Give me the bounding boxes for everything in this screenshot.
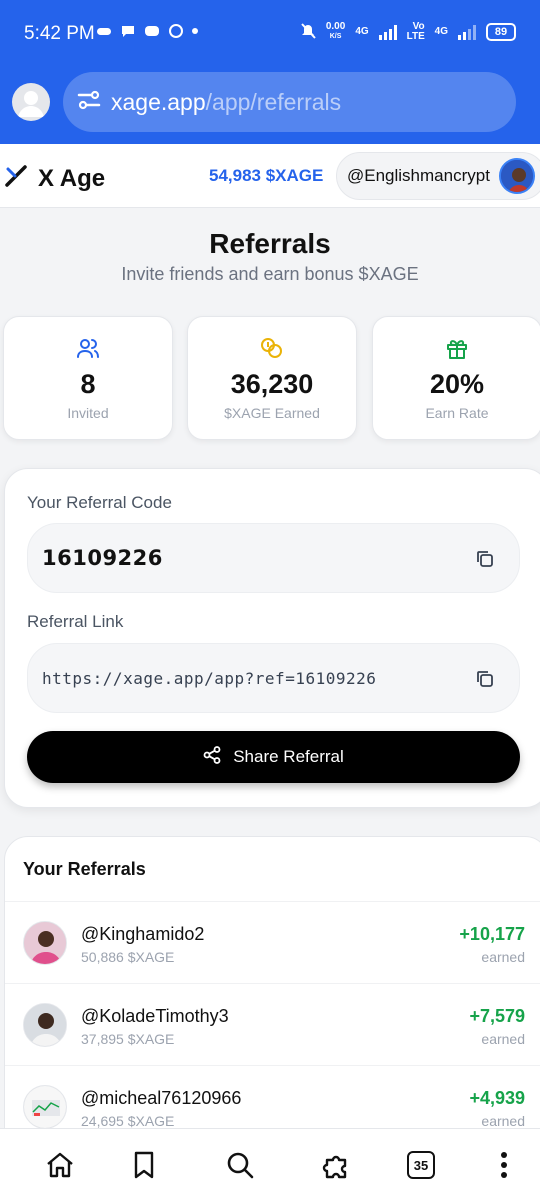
referral-earned-label: earned — [481, 1031, 525, 1047]
referral-code-value: 16109226 — [42, 546, 163, 570]
site-settings-icon[interactable] — [77, 89, 101, 116]
app-logo[interactable]: X Age — [4, 164, 105, 193]
sim1-label: 4G — [355, 26, 369, 37]
mute-icon — [300, 22, 316, 42]
notification-icons — [96, 24, 198, 38]
referral-avatar — [23, 1085, 67, 1129]
game-controller-icon — [96, 24, 112, 38]
home-icon[interactable] — [44, 1149, 76, 1181]
url-host: xage.app — [111, 88, 206, 115]
volte-label: Vo LTE — [406, 21, 425, 42]
status-bar: 5:42 PM 0.00 K/S 4G Vo LTE 4G 89 — [0, 0, 540, 66]
url-path: /app/referrals — [205, 88, 342, 115]
share-referral-button[interactable]: Share Referral — [27, 731, 520, 783]
browser-bottom-nav: 35 — [0, 1128, 540, 1200]
net-speed-unit: K/S — [329, 33, 342, 40]
search-icon[interactable] — [224, 1149, 256, 1181]
referral-balance: 37,895 $XAGE — [81, 1031, 175, 1047]
status-right: 0.00 K/S 4G Vo LTE 4G 89 — [300, 22, 516, 42]
coins-icon — [188, 337, 356, 359]
chat-icon — [120, 24, 136, 38]
users-icon — [4, 337, 172, 359]
tab-count: 35 — [407, 1151, 435, 1179]
logo-text: X Age — [38, 164, 106, 192]
page-title: Referrals — [209, 228, 331, 259]
whatsapp-icon — [168, 24, 184, 38]
stat-label: Invited — [67, 405, 109, 421]
referral-avatar — [23, 921, 67, 965]
referral-code-field[interactable]: 16109226 — [27, 523, 520, 593]
user-chip[interactable]: @Englishmancrypt — [336, 152, 540, 200]
referral-name: @Kinghamido2 — [81, 924, 205, 944]
referral-link-field[interactable]: https://xage.app/app?ref=16109226 — [27, 643, 520, 713]
referral-card: Your Referral Code 16109226 Referral Lin… — [4, 468, 540, 808]
stat-label: Earn Rate — [425, 405, 489, 421]
stat-value: 20% — [429, 369, 485, 399]
share-referral-label: Share Referral — [233, 747, 344, 766]
referral-avatar — [23, 1003, 67, 1047]
stat-card-invited: 8 Invited — [3, 316, 173, 440]
battery-icon: 89 — [486, 23, 516, 41]
page-subtitle: Invite friends and earn bonus $XAGE — [121, 264, 419, 284]
bookmark-icon[interactable] — [128, 1149, 160, 1181]
referral-amount: +10,177 — [459, 924, 525, 944]
stat-value: 8 — [80, 369, 96, 399]
discord-icon — [144, 24, 160, 38]
referral-row[interactable]: @KoladeTimothy3 37,895 $XAGE +7,579 earn… — [5, 983, 540, 1065]
url-text[interactable]: xage.app/app/referrals — [111, 89, 341, 116]
referral-code-label: Your Referral Code — [27, 493, 172, 512]
header-balance: 54,983 $XAGE — [209, 166, 324, 185]
extensions-icon[interactable] — [321, 1149, 353, 1181]
referrals-list-card: Your Referrals @Kinghamido2 50,886 $XAGE… — [4, 836, 540, 1136]
copy-code-icon[interactable] — [475, 549, 495, 569]
referral-link-label: Referral Link — [27, 612, 124, 631]
referral-name: @micheal76120966 — [81, 1088, 242, 1108]
stat-card-earned: 36,230 $XAGE Earned — [187, 316, 357, 440]
address-bar[interactable]: xage.app/app/referrals — [63, 72, 516, 132]
referral-name: @KoladeTimothy3 — [81, 1006, 229, 1026]
referral-row[interactable]: @micheal76120966 24,695 $XAGE +4,939 ear… — [5, 1065, 540, 1135]
signal-icon — [378, 24, 397, 40]
referral-row[interactable]: @Kinghamido2 50,886 $XAGE +10,177 earned — [5, 901, 540, 983]
gift-icon — [373, 337, 540, 359]
referral-balance: 50,886 $XAGE — [81, 949, 175, 965]
username: @Englishmancrypt — [347, 166, 490, 185]
status-time: 5:42 PM — [24, 23, 95, 44]
x-logo-icon — [4, 164, 28, 193]
referral-amount: +4,939 — [469, 1088, 525, 1108]
signal-icon-2 — [458, 24, 476, 40]
stat-card-rate: 20% Earn Rate — [372, 316, 540, 440]
sim2-label: 4G — [434, 26, 448, 37]
referral-link-value: https://xage.app/app?ref=16109226 — [42, 669, 377, 688]
copy-link-icon[interactable] — [475, 669, 495, 689]
browser-chrome: 5:42 PM 0.00 K/S 4G Vo LTE 4G 89 xage.ap… — [0, 0, 540, 144]
app-header: X Age 54,983 $XAGE @Englishmancrypt — [0, 144, 540, 208]
profile-avatar-button[interactable] — [12, 83, 50, 121]
stat-label: $XAGE Earned — [224, 405, 320, 421]
user-avatar — [499, 158, 535, 194]
referral-earned-label: earned — [481, 1113, 525, 1129]
stat-value: 36,230 — [230, 369, 314, 399]
share-icon — [203, 745, 221, 769]
referral-earned-label: earned — [481, 949, 525, 965]
more-menu-icon[interactable] — [488, 1149, 520, 1181]
referral-amount: +7,579 — [469, 1006, 525, 1026]
referral-balance: 24,695 $XAGE — [81, 1113, 175, 1129]
dot-icon — [192, 24, 198, 38]
net-speed-value: 0.00 — [325, 21, 346, 32]
referrals-heading: Your Referrals — [23, 859, 146, 879]
tabs-button[interactable]: 35 — [405, 1149, 437, 1181]
net-speed: 0.00 K/S — [326, 22, 345, 42]
